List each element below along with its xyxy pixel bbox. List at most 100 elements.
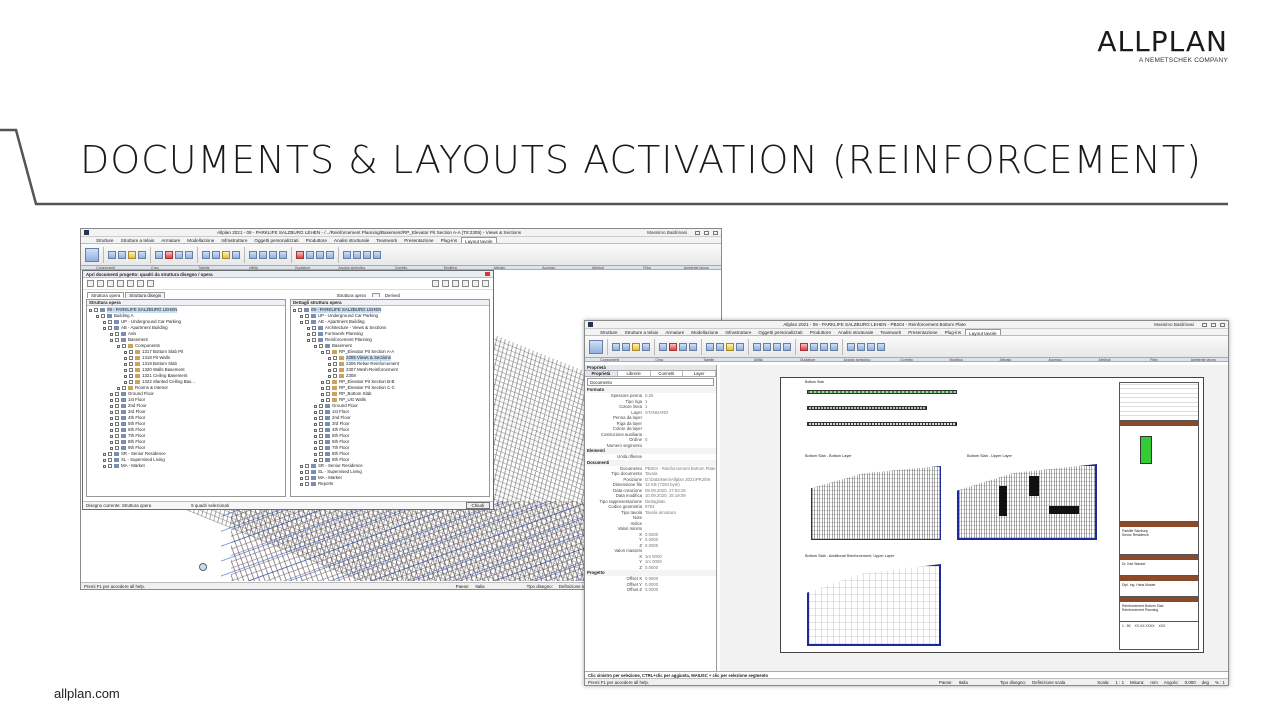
expand-icon[interactable] — [314, 446, 317, 450]
tree-checkbox[interactable] — [115, 404, 119, 408]
status-pct[interactable]: % : 1 — [1215, 680, 1225, 685]
tree-checkbox[interactable] — [108, 452, 112, 456]
tree-checkbox[interactable] — [312, 338, 316, 342]
expand-icon[interactable] — [293, 308, 296, 312]
ribbon-tool-icon[interactable] — [222, 250, 230, 259]
ribbon-tool-icon[interactable] — [706, 342, 714, 351]
ribbon-tab[interactable]: Produttore — [303, 237, 330, 243]
derived-checkbox[interactable] — [371, 293, 380, 297]
expand-icon[interactable] — [110, 428, 113, 432]
expand-icon[interactable] — [110, 410, 113, 414]
dialog-tool-icon[interactable] — [147, 280, 154, 287]
tree-checkbox[interactable] — [115, 332, 119, 336]
expand-icon[interactable] — [96, 314, 99, 318]
expand-icon[interactable] — [314, 422, 317, 426]
dialog-tool-icon[interactable] — [452, 280, 459, 287]
maximize-icon[interactable] — [704, 230, 709, 235]
ribbon-tab[interactable]: Presentazione — [905, 329, 940, 335]
tree-checkbox[interactable] — [108, 464, 112, 468]
minimize-icon[interactable] — [1202, 322, 1207, 327]
window2-user[interactable]: Massimo Baldrinasi — [1154, 322, 1194, 327]
ribbon-tab[interactable]: Teamwork — [877, 329, 904, 335]
status-country[interactable]: Italia — [475, 584, 484, 589]
tab-layer[interactable]: Layer — [683, 371, 716, 376]
expand-icon[interactable] — [124, 374, 127, 378]
expand-icon[interactable] — [110, 440, 113, 444]
ribbon-tool-icon[interactable] — [138, 250, 146, 259]
ribbon-tab[interactable]: Analisi strutturale — [331, 237, 372, 243]
ribbon-tool-icon[interactable] — [165, 250, 173, 259]
tree-item[interactable]: Reports — [291, 481, 489, 487]
dialog-tool-icon[interactable] — [97, 280, 104, 287]
expand-icon[interactable] — [300, 464, 303, 468]
ribbon-tool-icon[interactable] — [108, 250, 116, 259]
expand-icon[interactable] — [124, 368, 127, 372]
ribbon-tool-icon[interactable] — [306, 250, 314, 259]
expand-icon[interactable] — [314, 410, 317, 414]
tree-checkbox[interactable] — [333, 356, 337, 360]
tree-checkbox[interactable] — [326, 350, 330, 354]
expand-icon[interactable] — [103, 326, 106, 330]
expand-icon[interactable] — [321, 386, 324, 390]
ribbon-big-icon[interactable] — [589, 339, 603, 354]
maximize-icon[interactable] — [1211, 322, 1216, 327]
tree-checkbox[interactable] — [319, 404, 323, 408]
dialog-tool-icon[interactable] — [87, 280, 94, 287]
expand-icon[interactable] — [110, 392, 113, 396]
dialog-tool-icon[interactable] — [432, 280, 439, 287]
ribbon-tool-icon[interactable] — [642, 342, 650, 351]
tree-checkbox[interactable] — [129, 374, 133, 378]
nav-cube-icon[interactable] — [199, 563, 207, 571]
status-length[interactable]: mm — [1150, 680, 1157, 685]
tree-checkbox[interactable] — [319, 416, 323, 420]
expand-icon[interactable] — [307, 338, 310, 342]
ribbon-tool-icon[interactable] — [783, 342, 791, 351]
expand-icon[interactable] — [300, 314, 303, 318]
tree-checkbox[interactable] — [108, 458, 112, 462]
expand-icon[interactable] — [321, 392, 324, 396]
expand-icon[interactable] — [314, 434, 317, 438]
expand-icon[interactable] — [314, 344, 317, 348]
ribbon-tool-icon[interactable] — [128, 250, 136, 259]
ribbon-tab[interactable]: Analisi strutturale — [835, 329, 876, 335]
ribbon-tool-icon[interactable] — [800, 342, 808, 351]
expand-icon[interactable] — [103, 452, 106, 456]
expand-icon[interactable] — [300, 482, 303, 486]
ribbon-tab[interactable]: Armature — [662, 329, 687, 335]
tree-checkbox[interactable] — [333, 374, 337, 378]
tab-properties[interactable]: Proprietà — [585, 371, 618, 376]
ribbon-tab[interactable]: Modellazione — [184, 237, 217, 243]
expand-icon[interactable] — [103, 458, 106, 462]
expand-icon[interactable] — [110, 416, 113, 420]
expand-icon[interactable] — [328, 368, 331, 372]
tree-checkbox[interactable] — [108, 326, 112, 330]
expand-icon[interactable] — [124, 350, 127, 354]
ribbon-tool-icon[interactable] — [726, 342, 734, 351]
tree-checkbox[interactable] — [326, 398, 330, 402]
tree-checkbox[interactable] — [115, 440, 119, 444]
ribbon-tool-icon[interactable] — [689, 342, 697, 351]
tree-checkbox[interactable] — [326, 392, 330, 396]
tree-checkbox[interactable] — [115, 398, 119, 402]
expand-icon[interactable] — [321, 380, 324, 384]
expand-icon[interactable] — [110, 434, 113, 438]
dialog-tool-icon[interactable] — [107, 280, 114, 287]
tree-checkbox[interactable] — [101, 314, 105, 318]
ribbon-tool-icon[interactable] — [185, 250, 193, 259]
expand-icon[interactable] — [314, 416, 317, 420]
expand-icon[interactable] — [103, 320, 106, 324]
expand-icon[interactable] — [103, 464, 106, 468]
close-icon[interactable] — [713, 230, 718, 235]
dialog-tool-icon[interactable] — [472, 280, 479, 287]
expand-icon[interactable] — [300, 320, 303, 324]
status-drawing-type[interactable]: Definizione scala — [1032, 680, 1065, 685]
tree-checkbox[interactable] — [115, 428, 119, 432]
expand-icon[interactable] — [110, 446, 113, 450]
ribbon-tab[interactable]: Strutture a telaio — [118, 237, 158, 243]
ribbon-tool-icon[interactable] — [373, 250, 381, 259]
ribbon-tab[interactable]: Modellazione — [688, 329, 721, 335]
tree-checkbox[interactable] — [319, 458, 323, 462]
tab-struttura-opera[interactable]: Struttura opera — [87, 292, 125, 298]
ribbon-tool-icon[interactable] — [820, 342, 828, 351]
ribbon-tool-icon[interactable] — [353, 250, 361, 259]
